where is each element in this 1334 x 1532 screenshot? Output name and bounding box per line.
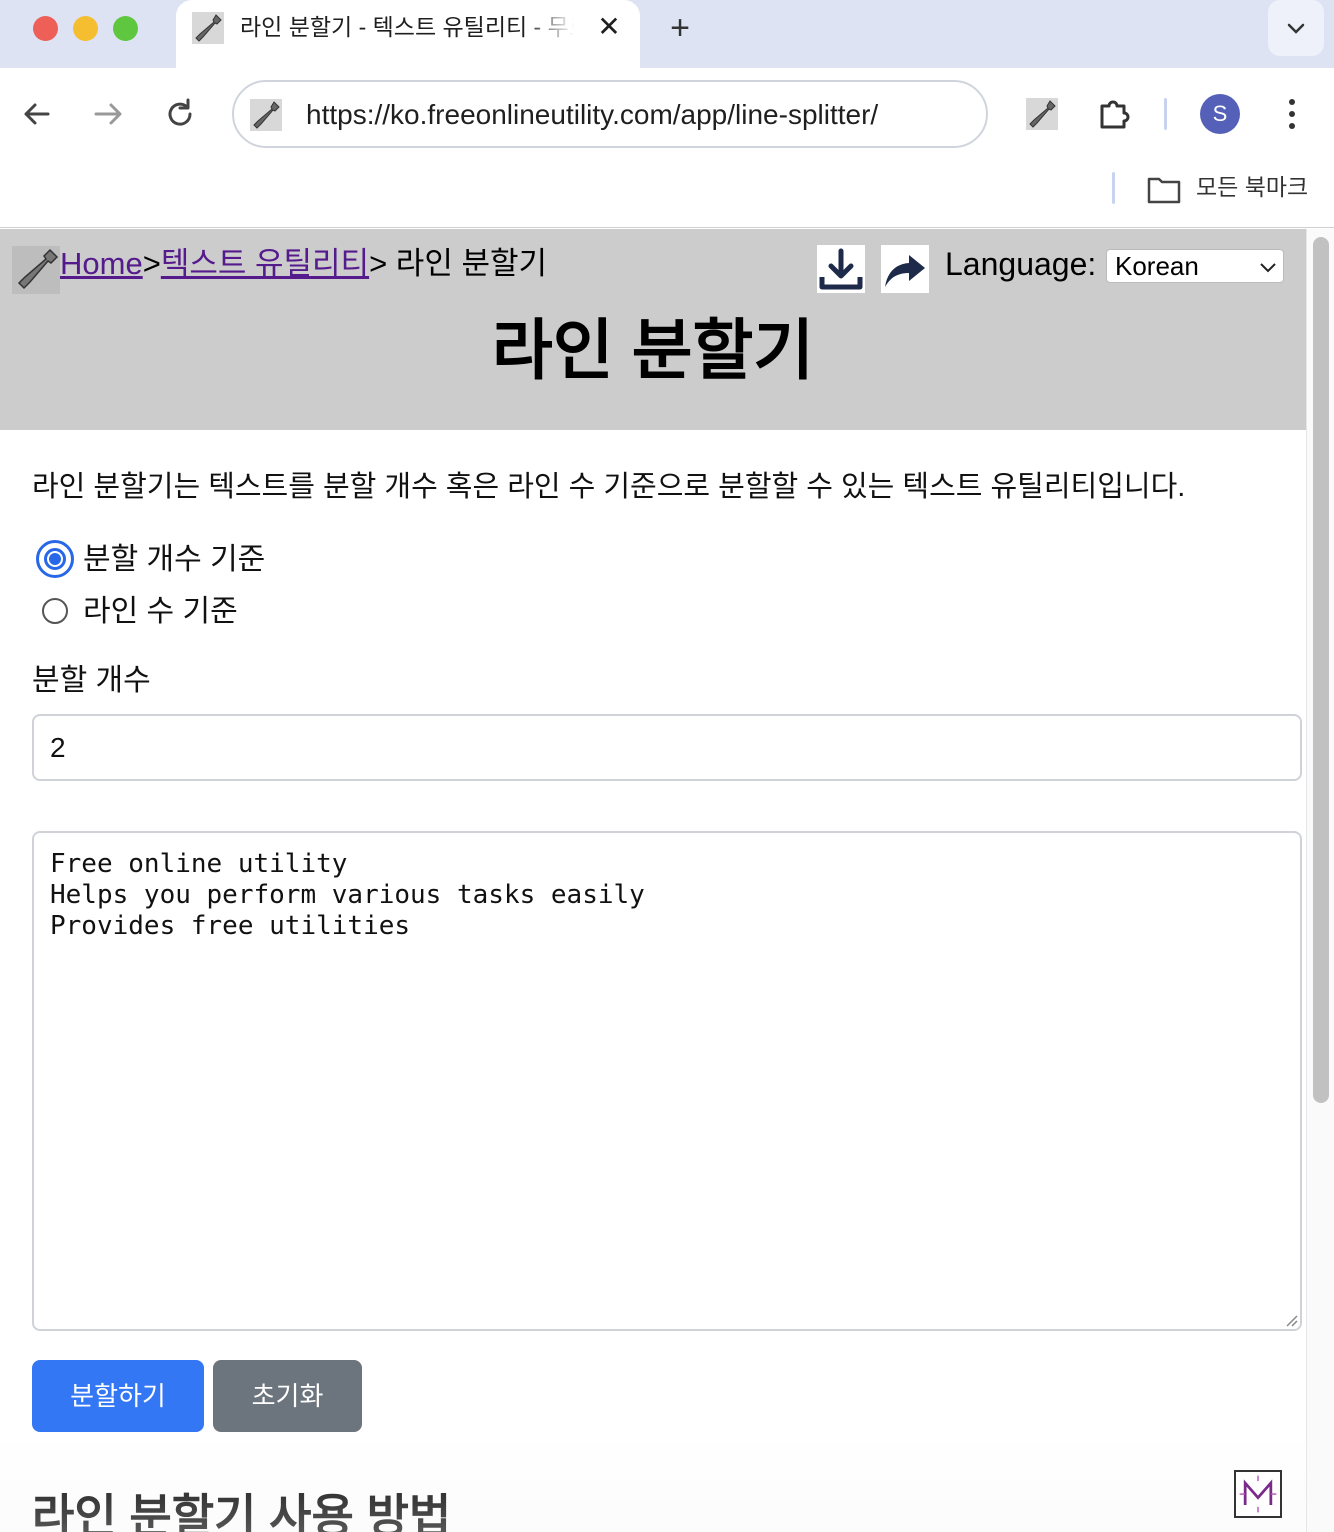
text-input-area[interactable]: Free online utility Helps you perform va… (32, 831, 1302, 1331)
breadcrumb: Home>텍스트 유틸리티> 라인 분할기 (60, 243, 547, 285)
address-bar[interactable]: https://ko.freeonlineutility.com/app/lin… (232, 80, 988, 148)
browser-toolbar: https://ko.freeonlineutility.com/app/lin… (0, 68, 1334, 160)
radio-label[interactable]: 분할 개수 기준 (83, 540, 265, 580)
toolbar-divider (1164, 98, 1167, 130)
breadcrumb-separator: > (369, 246, 396, 281)
share-icon[interactable] (881, 245, 929, 293)
radio-button[interactable] (36, 540, 74, 578)
language-label: Language: (945, 246, 1097, 282)
kebab-menu-icon[interactable] (1276, 94, 1308, 134)
folder-icon[interactable] (1146, 172, 1182, 206)
breadcrumb-home-link[interactable]: Home (60, 246, 143, 281)
reload-icon[interactable] (160, 94, 200, 134)
tab-title: 라인 분할기 - 텍스트 유틸리티 - 무료 온라인 유틸리티 (240, 14, 574, 40)
new-tab-button[interactable]: + (662, 10, 698, 46)
site-header: Home>텍스트 유틸리티> 라인 분할기 Language: Korean 라… (0, 229, 1306, 430)
split-count-input[interactable] (32, 714, 1302, 781)
language-selected: Korean (1115, 251, 1199, 281)
page-title: 라인 분할기 (492, 313, 814, 387)
wrench-icon[interactable] (1022, 94, 1062, 134)
intro-text: 라인 분할기는 텍스트를 분할 개수 혹은 라인 수 기준으로 분할할 수 있는… (32, 471, 1186, 503)
bookmarks-divider (1112, 172, 1115, 204)
split-count-label: 분할 개수 (32, 664, 151, 697)
split-button[interactable]: 분할하기 (32, 1360, 204, 1432)
breadcrumb-current: 라인 분할기 (395, 246, 548, 281)
language-select[interactable]: Korean (1106, 249, 1284, 283)
close-window-button[interactable] (33, 16, 58, 41)
breadcrumb-separator: > (142, 246, 161, 281)
radio-label[interactable]: 라인 수 기준 (83, 592, 238, 632)
chevron-down-icon (1287, 23, 1305, 34)
reset-button[interactable]: 초기화 (213, 1360, 362, 1432)
radio-button[interactable] (42, 598, 68, 624)
tab-bar: 라인 분할기 - 텍스트 유틸리티 - 무료 온라인 유틸리티 ✕ + (0, 0, 1334, 68)
all-bookmarks-label[interactable]: 모든 북마크 (1196, 172, 1308, 202)
extensions-icon[interactable] (1094, 94, 1134, 134)
back-arrow-icon[interactable] (18, 94, 58, 134)
tab-close-icon[interactable]: ✕ (594, 12, 624, 42)
forward-arrow-icon[interactable] (88, 94, 128, 134)
how-to-heading: 라인 분할기 사용 방법 (32, 1490, 452, 1532)
chevron-down-icon (1260, 263, 1276, 273)
tab-search-button[interactable] (1268, 0, 1324, 56)
maximize-window-button[interactable] (113, 16, 138, 41)
wrench-icon (192, 12, 224, 44)
web-page: Home>텍스트 유틸리티> 라인 분할기 Language: Korean 라… (0, 229, 1334, 1532)
breadcrumb-category-link[interactable]: 텍스트 유틸리티 (161, 246, 369, 281)
logo-badge-icon[interactable] (1234, 1470, 1282, 1518)
profile-avatar[interactable]: S (1200, 94, 1240, 134)
wrench-icon[interactable] (12, 246, 60, 294)
minimize-window-button[interactable] (73, 16, 98, 41)
download-icon[interactable] (817, 245, 865, 293)
scrollbar-thumb[interactable] (1313, 237, 1329, 1103)
wrench-icon (250, 99, 282, 131)
resize-handle-icon[interactable] (1284, 1313, 1298, 1327)
bookmarks-bar: 모든 북마크 (0, 160, 1334, 228)
browser-tab-active[interactable]: 라인 분할기 - 텍스트 유틸리티 - 무료 온라인 유틸리티 ✕ (176, 0, 640, 68)
url-text[interactable]: https://ko.freeonlineutility.com/app/lin… (306, 98, 878, 132)
